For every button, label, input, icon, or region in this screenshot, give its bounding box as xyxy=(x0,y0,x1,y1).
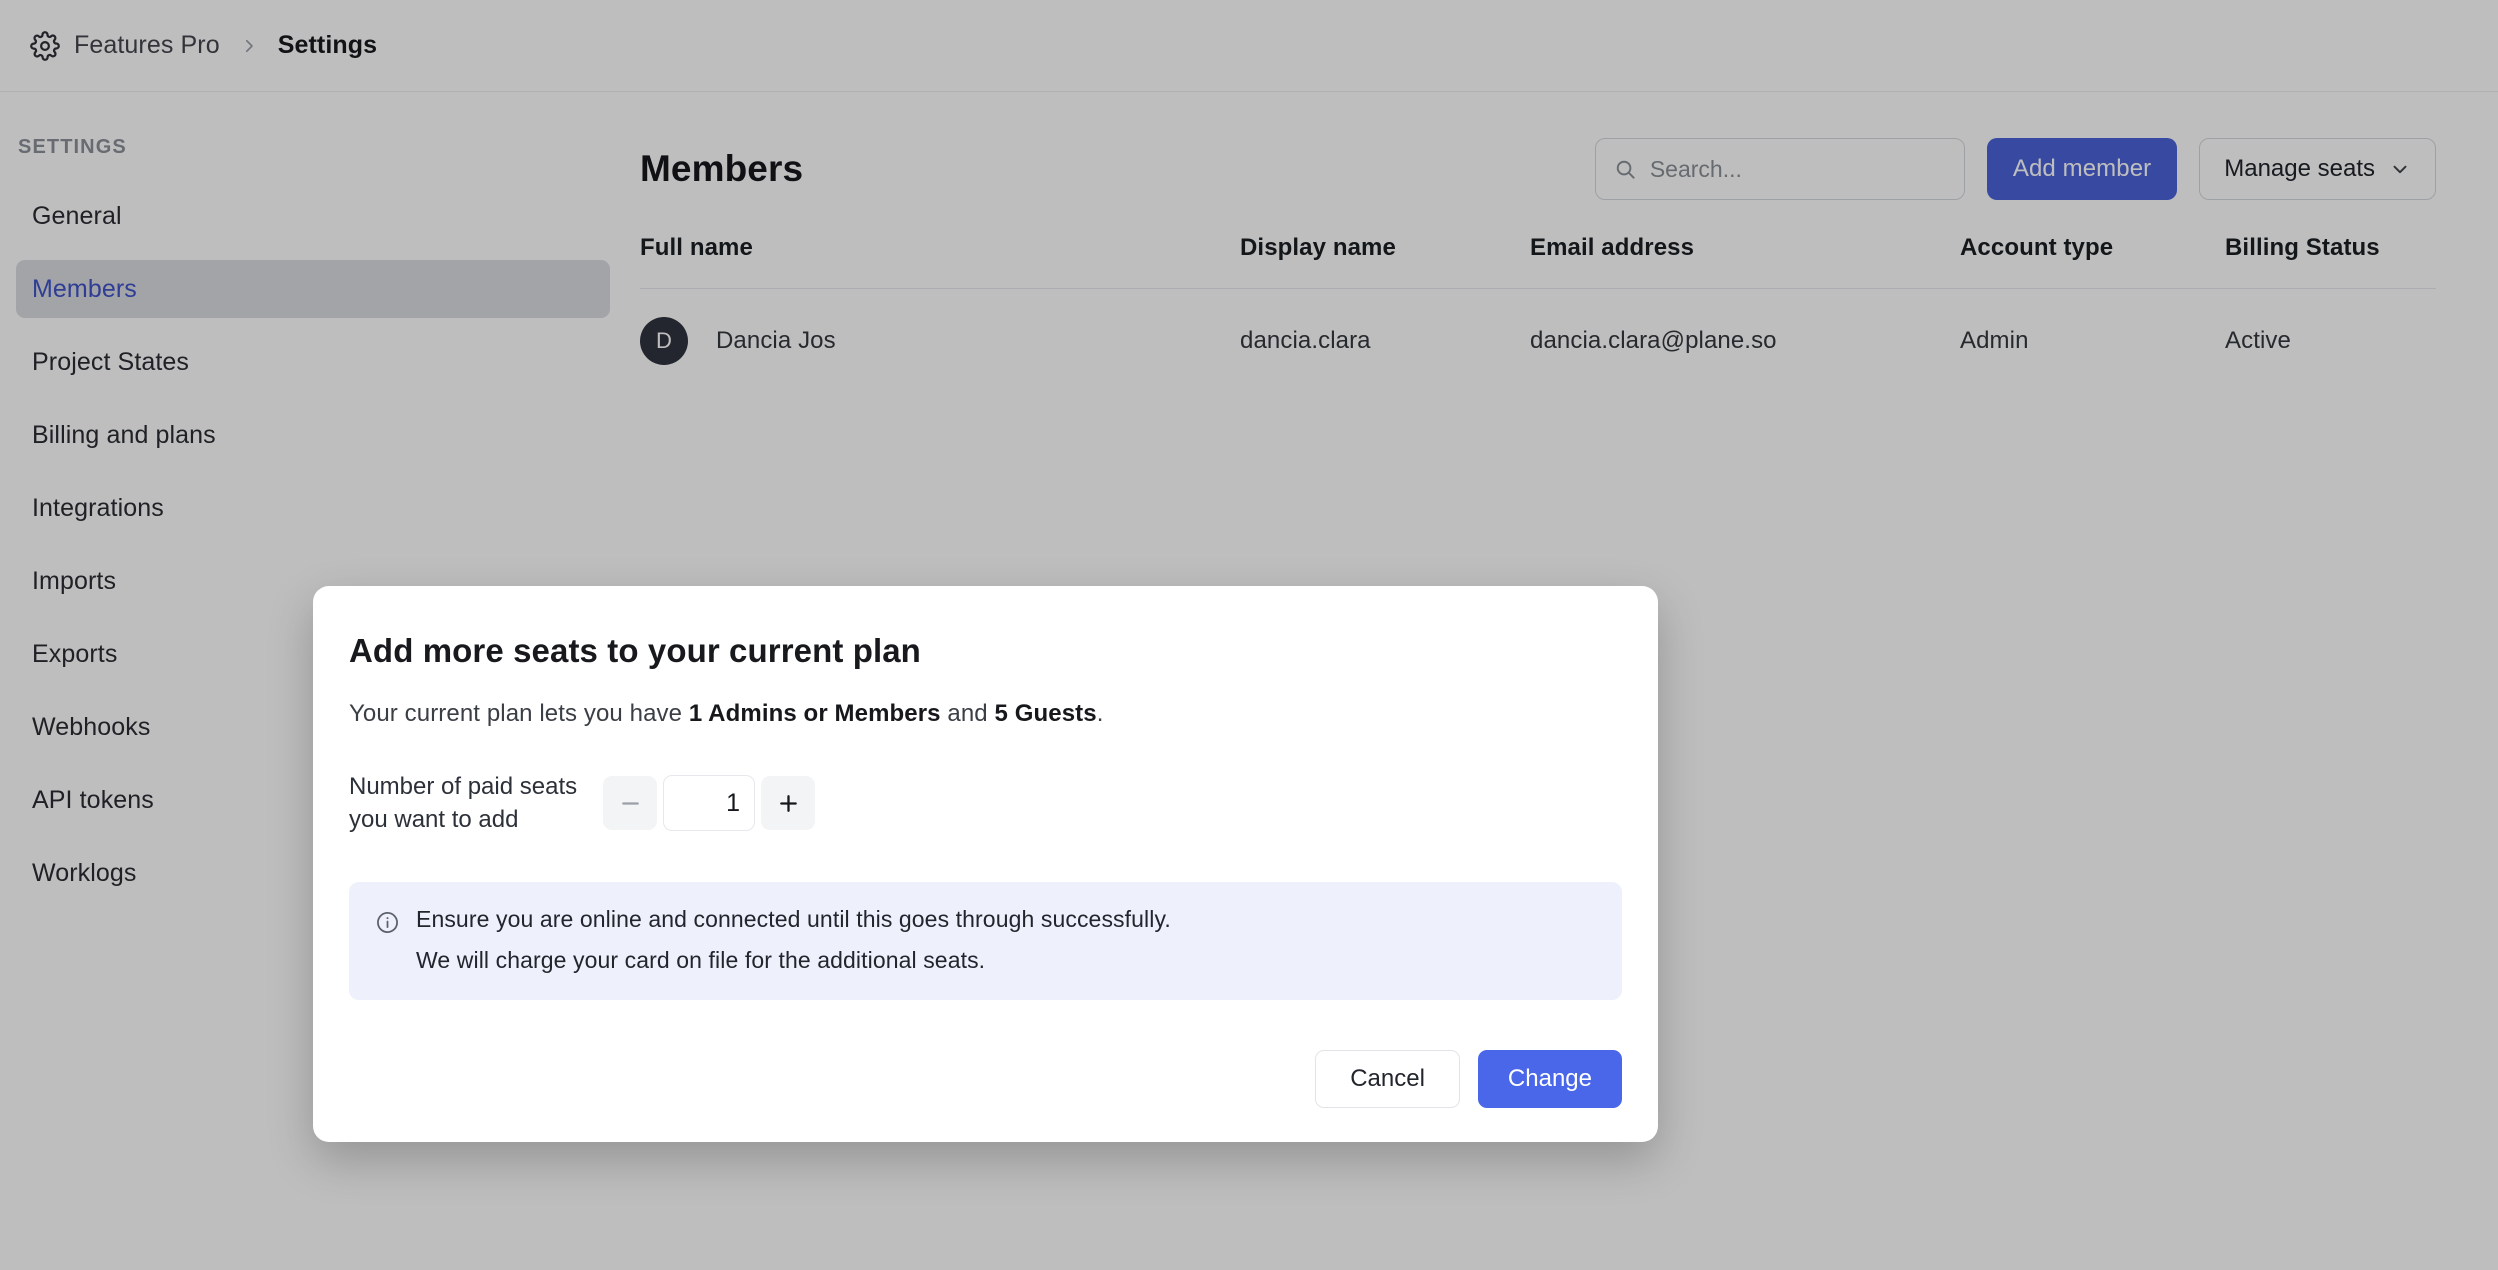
quantity-stepper xyxy=(603,775,815,832)
seat-count-label: Number of paid seats you want to add xyxy=(349,773,578,834)
notice-line-1: Ensure you are online and connected unti… xyxy=(416,906,1171,933)
decrement-seats-button[interactable] xyxy=(603,776,657,831)
notice-text: Ensure you are online and connected unti… xyxy=(416,906,1171,974)
modal-footer: Cancel Change xyxy=(349,1050,1622,1109)
modal-subtitle-tail: . xyxy=(1096,700,1104,727)
add-seats-modal: Add more seats to your current plan Your… xyxy=(313,586,1658,1143)
cancel-button[interactable]: Cancel xyxy=(1315,1050,1460,1109)
seat-count-input[interactable] xyxy=(663,775,755,832)
modal-subtitle-guests: 5 Guests xyxy=(994,700,1097,727)
seat-count-row: Number of paid seats you want to add xyxy=(349,770,1622,836)
connection-notice: Ensure you are online and connected unti… xyxy=(349,882,1622,1001)
modal-subtitle-seats: 1 Admins or Members xyxy=(688,700,941,727)
modal-subtitle: Your current plan lets you have 1 Admins… xyxy=(349,700,1622,728)
modal-subtitle-lead: Your current plan lets you have xyxy=(349,700,689,727)
info-circle-icon xyxy=(375,906,400,974)
plus-icon xyxy=(777,792,800,815)
modal-title: Add more seats to your current plan xyxy=(349,632,921,669)
minus-icon xyxy=(619,792,642,815)
modal-subtitle-mid: and xyxy=(940,700,995,727)
increment-seats-button[interactable] xyxy=(761,776,815,831)
notice-line-2: We will charge your card on file for the… xyxy=(416,947,986,974)
change-button[interactable]: Change xyxy=(1477,1050,1622,1109)
